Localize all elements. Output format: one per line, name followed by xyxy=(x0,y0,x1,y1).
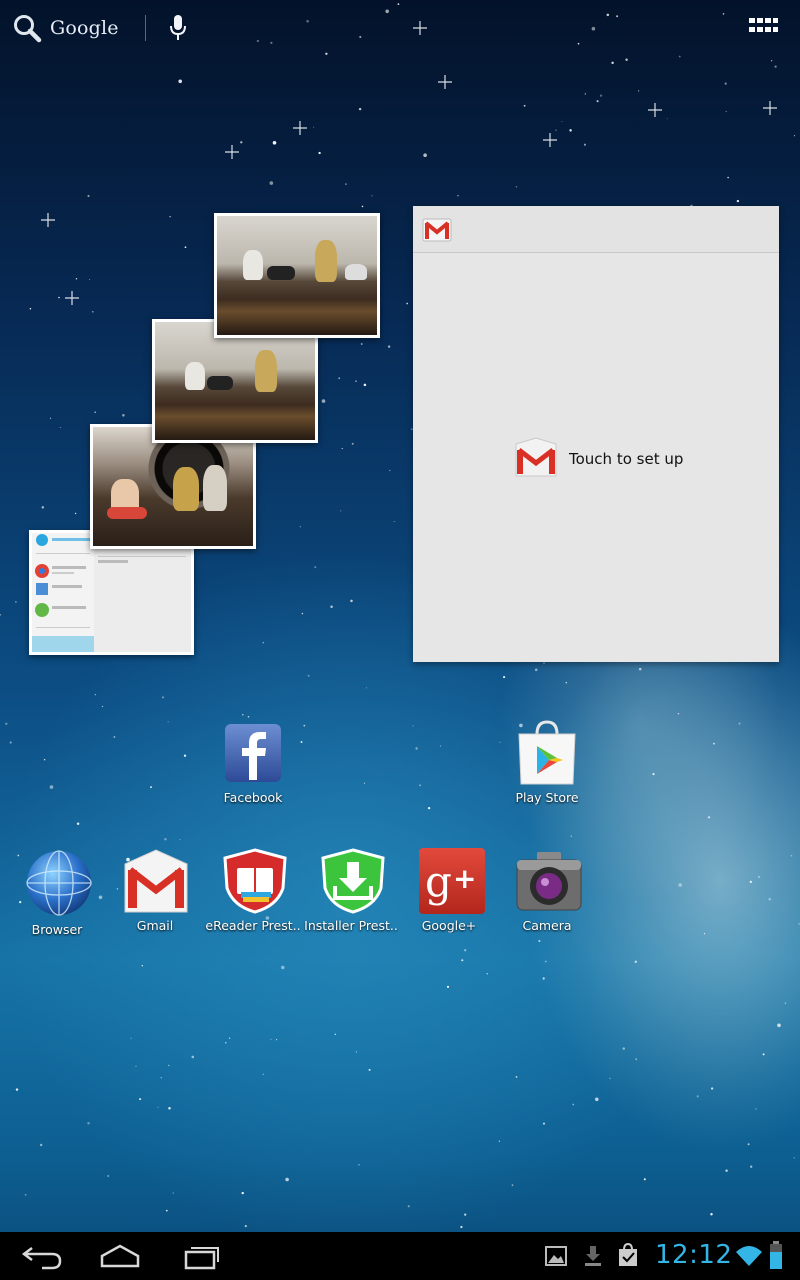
status-clock: 12:12 xyxy=(655,1240,733,1270)
battery-icon xyxy=(768,1240,784,1274)
facebook-icon xyxy=(221,722,285,786)
svg-text:g: g xyxy=(425,857,452,906)
app-label: Facebook xyxy=(223,790,283,805)
app-camera[interactable]: Camera xyxy=(497,848,597,933)
app-label: eReader Prest.. xyxy=(205,918,301,933)
play-store-icon xyxy=(515,718,579,786)
app-google-plus[interactable]: g + Google+ xyxy=(399,848,499,933)
google-search-bar[interactable]: Google xyxy=(12,12,188,44)
apps-grid-icon[interactable] xyxy=(748,16,778,40)
photo-thumbnail xyxy=(93,427,253,546)
globe-icon xyxy=(25,848,92,918)
gmail-icon xyxy=(422,217,452,243)
ereader-book-icon xyxy=(221,848,287,914)
search-icon xyxy=(12,13,42,43)
recents-icon[interactable] xyxy=(178,1240,226,1272)
installer-download-icon xyxy=(319,848,385,914)
app-play-store[interactable]: Play Store xyxy=(497,718,597,805)
app-label: Google+ xyxy=(421,918,477,933)
gallery-icon xyxy=(544,1244,568,1272)
wifi-icon xyxy=(735,1244,763,1272)
gmail-setup-button[interactable]: Touch to set up xyxy=(513,436,683,482)
app-label: Installer Prest.. xyxy=(304,918,398,933)
app-label: Play Store xyxy=(515,790,579,805)
gmail-icon xyxy=(513,436,559,482)
home-icon[interactable] xyxy=(96,1240,144,1272)
app-installer[interactable]: Installer Prest.. xyxy=(301,848,401,933)
google-plus-icon: g + xyxy=(417,848,485,914)
app-label: Gmail xyxy=(136,918,174,933)
app-facebook[interactable]: Facebook xyxy=(203,722,303,805)
app-gmail[interactable]: Gmail xyxy=(105,848,205,933)
photo-thumbnail xyxy=(217,216,377,335)
gmail-widget[interactable]: Touch to set up xyxy=(413,206,779,662)
store-bag-icon xyxy=(616,1242,640,1272)
google-search-label: Google xyxy=(50,17,119,39)
app-label: Camera xyxy=(522,918,572,933)
photo-stack-item-1[interactable] xyxy=(214,213,380,338)
app-browser[interactable]: Browser xyxy=(7,848,107,937)
download-icon xyxy=(582,1244,604,1272)
app-ereader[interactable]: eReader Prest.. xyxy=(203,848,303,933)
gmail-setup-label: Touch to set up xyxy=(569,450,684,468)
gmail-icon xyxy=(123,848,188,914)
photo-thumbnail xyxy=(32,533,191,652)
search-divider xyxy=(144,15,146,41)
gmail-widget-header xyxy=(413,206,779,253)
camera-icon xyxy=(515,848,582,914)
svg-text:+: + xyxy=(453,862,476,895)
photo-thumbnail xyxy=(155,322,315,440)
back-icon[interactable] xyxy=(18,1240,66,1272)
app-label: Browser xyxy=(31,922,83,937)
mic-icon[interactable] xyxy=(168,14,188,42)
